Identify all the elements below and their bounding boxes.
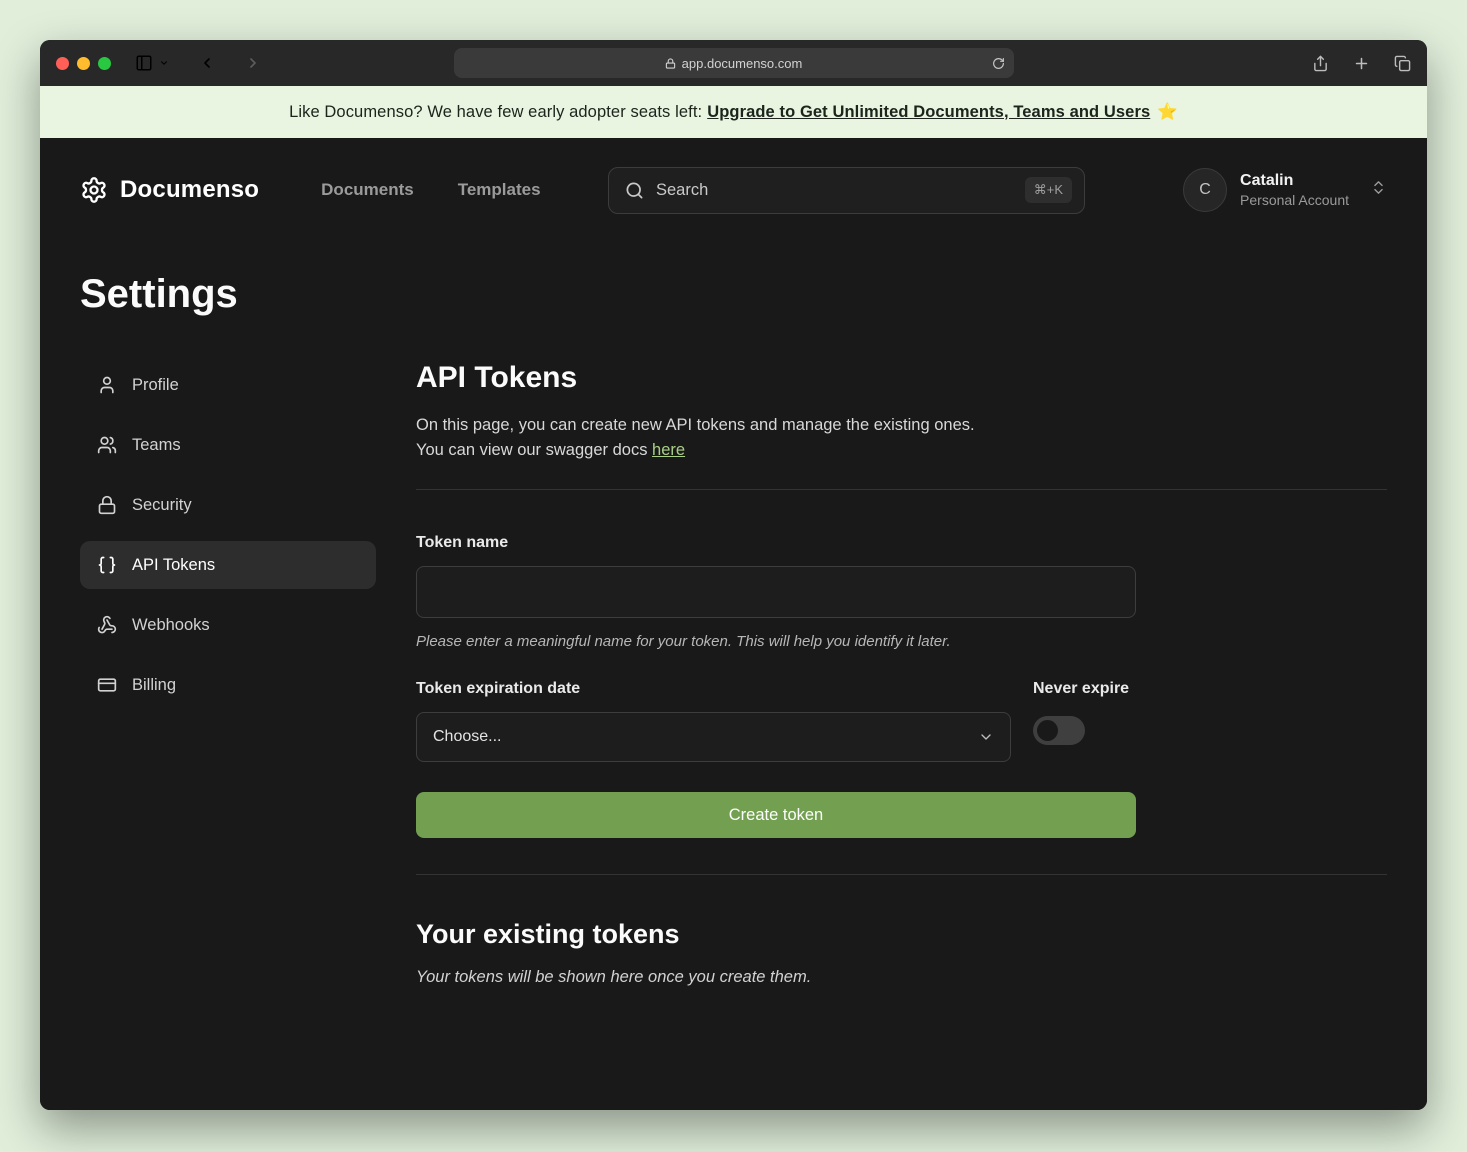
banner-text: Like Documenso? We have few early adopte… — [289, 103, 702, 122]
nav-templates[interactable]: Templates — [458, 180, 541, 200]
brand-name: Documenso — [120, 176, 259, 204]
brand[interactable]: Documenso — [80, 176, 259, 204]
url-text: app.documenso.com — [682, 56, 803, 71]
api-tokens-panel: API Tokens On this page, you can create … — [416, 361, 1387, 987]
webhook-icon — [97, 615, 117, 635]
upgrade-link[interactable]: Upgrade to Get Unlimited Documents, Team… — [707, 103, 1150, 122]
token-name-hint: Please enter a meaningful name for your … — [416, 633, 1136, 650]
traffic-lights — [56, 57, 111, 70]
search-icon — [625, 181, 644, 200]
documenso-logo-icon — [80, 176, 108, 204]
lock-icon — [97, 495, 117, 515]
sidebar-item-webhooks[interactable]: Webhooks — [80, 601, 376, 649]
upgrade-banner: Like Documenso? We have few early adopte… — [40, 86, 1427, 138]
never-expire-toggle[interactable] — [1033, 716, 1085, 745]
credit-card-icon — [97, 675, 117, 695]
create-token-form: Token name Please enter a meaningful nam… — [416, 534, 1136, 838]
toggle-knob — [1037, 720, 1058, 741]
sidebar-item-label: API Tokens — [132, 556, 215, 575]
minimize-window-button[interactable] — [77, 57, 90, 70]
braces-icon — [97, 555, 117, 575]
sidebar-item-api-tokens[interactable]: API Tokens — [80, 541, 376, 589]
share-icon[interactable] — [1312, 55, 1329, 72]
sidebar-toggle-icon[interactable] — [135, 54, 153, 72]
app-content: Documenso Documents Templates Search ⌘+K… — [40, 138, 1427, 1110]
token-name-input[interactable] — [416, 566, 1136, 618]
divider — [416, 489, 1387, 490]
sidebar-item-billing[interactable]: Billing — [80, 661, 376, 709]
forward-button[interactable] — [245, 55, 261, 71]
avatar-initial: C — [1199, 181, 1211, 199]
sidebar-item-teams[interactable]: Teams — [80, 421, 376, 469]
lock-icon — [665, 58, 676, 69]
create-token-button[interactable]: Create token — [416, 792, 1136, 838]
sidebar-item-profile[interactable]: Profile — [80, 361, 376, 409]
address-bar[interactable]: app.documenso.com — [454, 48, 1014, 78]
account-name: Catalin — [1240, 171, 1349, 192]
user-icon — [97, 375, 117, 395]
back-button[interactable] — [199, 55, 215, 71]
users-icon — [97, 435, 117, 455]
never-expire-label: Never expire — [1033, 680, 1136, 698]
zoom-window-button[interactable] — [98, 57, 111, 70]
section-description-line1: On this page, you can create new API tok… — [416, 413, 1387, 438]
expiration-selected-value: Choose... — [433, 728, 501, 746]
browser-window: app.documenso.com Like Documenso? We hav… — [40, 40, 1427, 1110]
search-shortcut: ⌘+K — [1025, 177, 1072, 203]
account-type: Personal Account — [1240, 191, 1349, 209]
reload-icon[interactable] — [992, 57, 1005, 70]
page-title: Settings — [80, 272, 1387, 317]
nav-documents[interactable]: Documents — [321, 180, 414, 200]
chevron-down-icon[interactable] — [159, 58, 169, 68]
account-menu[interactable]: C Catalin Personal Account — [1183, 168, 1387, 212]
sidebar-item-label: Billing — [132, 676, 176, 695]
section-description-line2: You can view our swagger docs — [416, 441, 647, 459]
token-name-label: Token name — [416, 534, 1136, 552]
sidebar-item-label: Teams — [132, 436, 181, 455]
settings-nav: Profile Teams Security — [80, 361, 376, 987]
sidebar-item-label: Webhooks — [132, 616, 210, 635]
top-nav: Documents Templates — [321, 180, 540, 200]
swagger-docs-link[interactable]: here — [652, 441, 685, 459]
close-window-button[interactable] — [56, 57, 69, 70]
star-icon: ⭐ — [1157, 103, 1178, 122]
browser-toolbar: app.documenso.com — [40, 40, 1427, 86]
tab-overview-icon[interactable] — [1394, 55, 1411, 72]
chevrons-up-down-icon — [1370, 179, 1387, 201]
avatar: C — [1183, 168, 1227, 212]
chevron-down-icon — [978, 729, 994, 745]
divider — [416, 874, 1387, 875]
search-input[interactable]: Search ⌘+K — [608, 167, 1085, 214]
search-placeholder: Search — [656, 181, 708, 200]
expiration-select[interactable]: Choose... — [416, 712, 1011, 762]
app-header: Documenso Documents Templates Search ⌘+K… — [80, 138, 1387, 242]
sidebar-item-security[interactable]: Security — [80, 481, 376, 529]
existing-tokens-title: Your existing tokens — [416, 919, 1387, 950]
existing-tokens-empty-text: Your tokens will be shown here once you … — [416, 968, 1387, 987]
section-title: API Tokens — [416, 361, 1387, 395]
sidebar-item-label: Profile — [132, 376, 179, 395]
expiration-label: Token expiration date — [416, 680, 1011, 698]
new-tab-icon[interactable] — [1353, 55, 1370, 72]
sidebar-item-label: Security — [132, 496, 192, 515]
